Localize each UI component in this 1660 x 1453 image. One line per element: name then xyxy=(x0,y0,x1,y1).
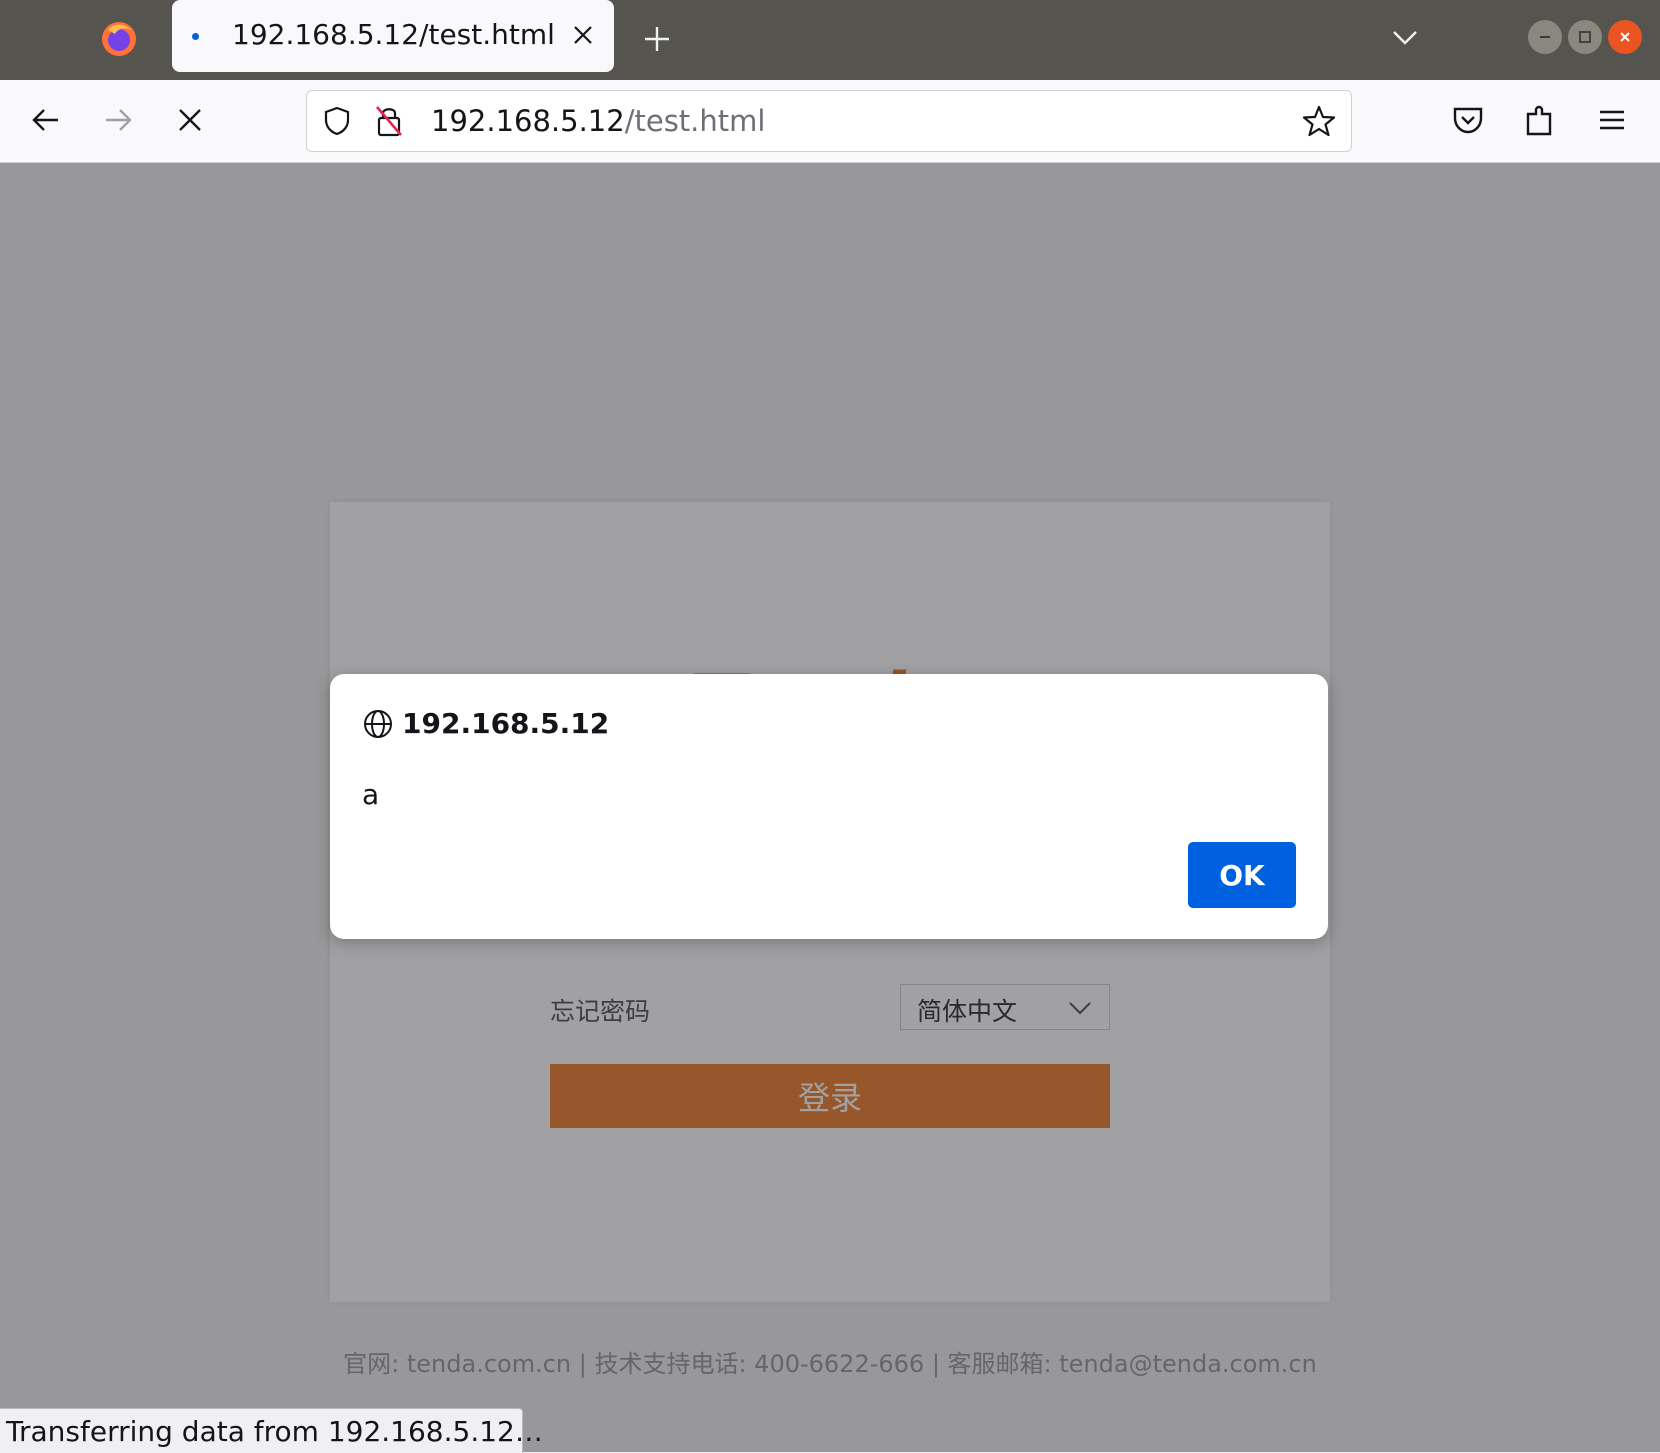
dialog-origin: 192.168.5.12 xyxy=(402,707,610,740)
puzzle-icon[interactable] xyxy=(1522,102,1558,138)
dialog-message: a xyxy=(362,778,380,811)
minimize-icon xyxy=(1540,36,1550,38)
window-close-icon xyxy=(1620,32,1630,42)
firefox-logo-icon[interactable] xyxy=(98,18,140,60)
window-close-button[interactable] xyxy=(1608,20,1642,54)
url-host: 192.168.5.12 xyxy=(431,104,625,138)
shield-icon[interactable] xyxy=(321,105,353,137)
status-panel: Transferring data from 192.168.5.12… xyxy=(0,1408,543,1453)
chevron-down-icon[interactable] xyxy=(1390,22,1420,52)
ok-button[interactable]: OK xyxy=(1188,842,1296,908)
tab-strip: 192.168.5.12/test.html xyxy=(0,0,1660,80)
tab-active[interactable]: 192.168.5.12/test.html xyxy=(172,0,614,72)
url-text[interactable]: 192.168.5.12/test.html xyxy=(431,104,765,138)
tab-title: 192.168.5.12/test.html xyxy=(232,18,555,51)
plus-icon[interactable] xyxy=(640,22,674,56)
arrow-right-icon[interactable] xyxy=(100,102,136,138)
maximize-icon xyxy=(1579,31,1591,43)
address-bar[interactable]: 192.168.5.12/test.html xyxy=(306,90,1352,152)
stop-icon[interactable] xyxy=(172,102,208,138)
url-path: /test.html xyxy=(624,104,766,138)
alert-dialog: 192.168.5.12 a OK xyxy=(330,674,1328,939)
maximize-button[interactable] xyxy=(1568,20,1602,54)
loading-indicator-icon xyxy=(192,33,199,40)
arrow-left-icon[interactable] xyxy=(28,102,64,138)
status-text: Transferring data from 192.168.5.12… xyxy=(6,1415,543,1448)
star-icon[interactable] xyxy=(1301,103,1337,139)
pocket-icon[interactable] xyxy=(1450,102,1486,138)
navigation-toolbar: 192.168.5.12/test.html xyxy=(0,80,1660,163)
insecure-lock-icon[interactable] xyxy=(373,103,405,139)
minimize-button[interactable] xyxy=(1528,20,1562,54)
hamburger-menu-icon[interactable] xyxy=(1594,102,1630,138)
close-icon[interactable] xyxy=(570,22,596,48)
globe-icon xyxy=(364,710,392,738)
